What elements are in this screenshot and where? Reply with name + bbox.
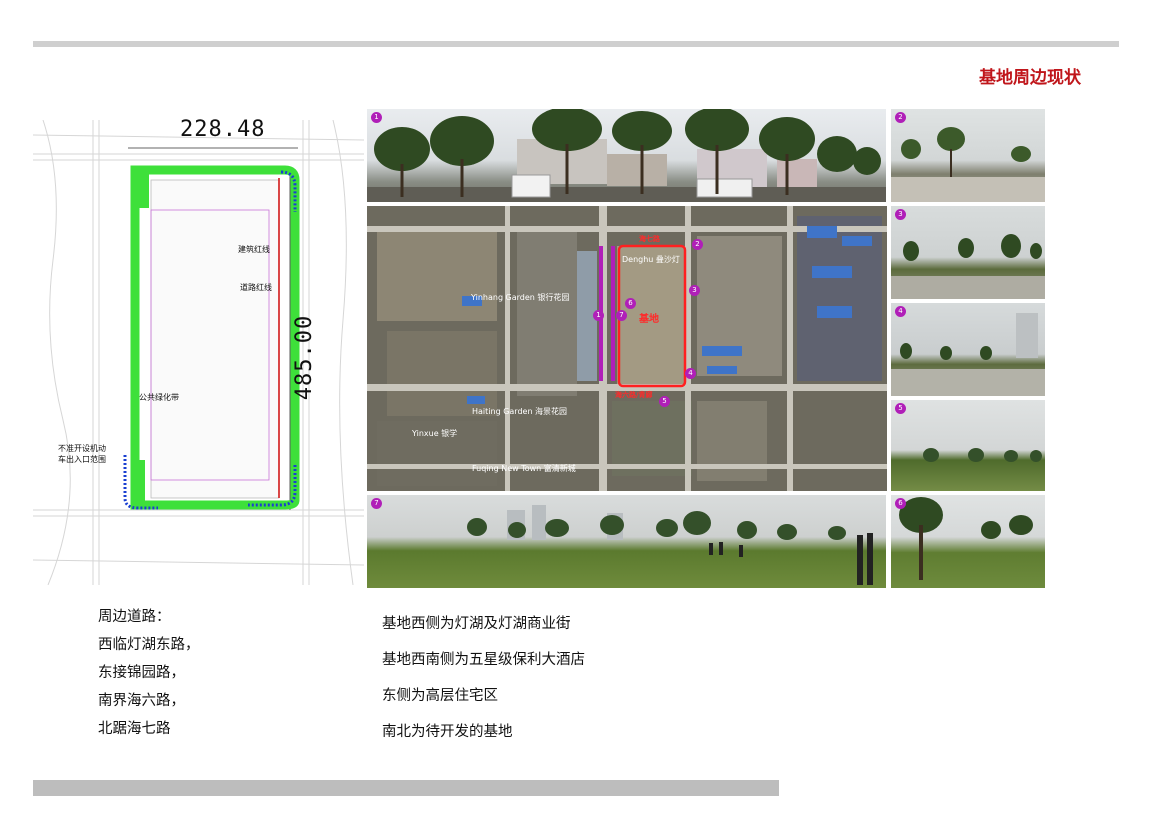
aerial-map-drawing — [367, 206, 887, 491]
label-no-entry-line2: 车出入口范围 — [58, 455, 106, 464]
aerial-label-fuqing: Fuqing New Town 富清新城 — [472, 464, 576, 473]
label-no-entry-line1: 不准开设机动 — [58, 444, 106, 453]
aerial-marker-5: 5 — [659, 396, 670, 407]
aerial-label-denghu: Denghu 叠沙灯 — [622, 255, 680, 264]
aerial-marker-1: 1 — [593, 310, 604, 321]
aerial-road-south: 海六路/青廊 — [615, 391, 653, 399]
aerial-marker-6: 6 — [625, 298, 636, 309]
photo-5-scene — [923, 448, 1042, 462]
roads-line-west: 西临灯湖东路， — [98, 637, 200, 653]
label-building-red-line: 建筑红线 — [238, 245, 270, 254]
description-line: 基地西侧为灯湖及灯湖商业街 — [382, 616, 571, 632]
label-road-red-line: 道路红线 — [240, 283, 272, 292]
photo-7-scene — [467, 505, 873, 585]
photo-2-number: 2 — [895, 112, 906, 123]
description-line: 基地西南侧为五星级保利大酒店 — [382, 652, 585, 668]
aerial-site-map: Denghu 叠沙灯 Yinhang Garden 银行花园 Haiting G… — [367, 206, 887, 491]
label-public-green-belt: 公共绿化带 — [139, 393, 179, 402]
page-title: 基地周边现状 — [979, 68, 1081, 88]
photo-6-scene — [899, 497, 1033, 580]
aerial-label-yinhang: Yinhang Garden 银行花园 — [471, 293, 570, 302]
description-line: 东侧为高层住宅区 — [382, 688, 498, 704]
photo-1-street-view — [367, 109, 886, 202]
top-divider-bar — [33, 41, 1119, 47]
aerial-marker-7: 7 — [616, 310, 627, 321]
photo-4-road — [891, 303, 1045, 396]
photo-5-field — [891, 400, 1045, 491]
site-description: 基地西侧为灯湖及灯湖商业街 基地西南侧为五星级保利大酒店 东侧为高层住宅区 南北… — [382, 606, 585, 750]
photo-7-panorama — [367, 495, 886, 588]
photo-3-number: 3 — [895, 209, 906, 220]
surrounding-roads: 周边道路： 西临灯湖东路， 东接锦园路， 南界海六路， 北踞海七路 — [98, 603, 200, 743]
photo-7-number: 7 — [371, 498, 382, 509]
aerial-marker-3: 3 — [689, 285, 700, 296]
plan-width-dimension: 228.48 — [180, 117, 266, 142]
photo-4-scene — [891, 313, 1045, 396]
photo-3-scene — [891, 234, 1045, 299]
description-line: 南北为待开发的基地 — [382, 724, 513, 740]
roads-heading: 周边道路： — [98, 609, 171, 625]
photo-1-number: 1 — [371, 112, 382, 123]
bottom-divider-bar — [33, 780, 779, 796]
roads-line-south: 南界海六路， — [98, 693, 185, 709]
photo-3-road — [891, 206, 1045, 299]
photo-6-field — [891, 495, 1045, 588]
photo-5-number: 5 — [895, 403, 906, 414]
aerial-label-yinxue: Yinxue 银学 — [412, 429, 458, 438]
plan-length-dimension: 485.00 — [292, 314, 318, 401]
photo-6-number: 6 — [895, 498, 906, 509]
aerial-marker-2: 2 — [692, 239, 703, 250]
aerial-site-label: 基地 — [639, 314, 659, 325]
roads-line-east: 东接锦园路， — [98, 665, 185, 681]
photo-1-scene — [367, 109, 886, 202]
aerial-marker-4: 4 — [685, 368, 696, 379]
photo-4-number: 4 — [895, 306, 906, 317]
photo-2-plaza — [891, 109, 1045, 202]
aerial-road-north: 海七路 — [639, 235, 660, 243]
aerial-label-haiting: Haiting Garden 海景花园 — [472, 407, 568, 416]
roads-line-north: 北踞海七路 — [98, 721, 171, 737]
photo-2-scene — [891, 127, 1045, 202]
